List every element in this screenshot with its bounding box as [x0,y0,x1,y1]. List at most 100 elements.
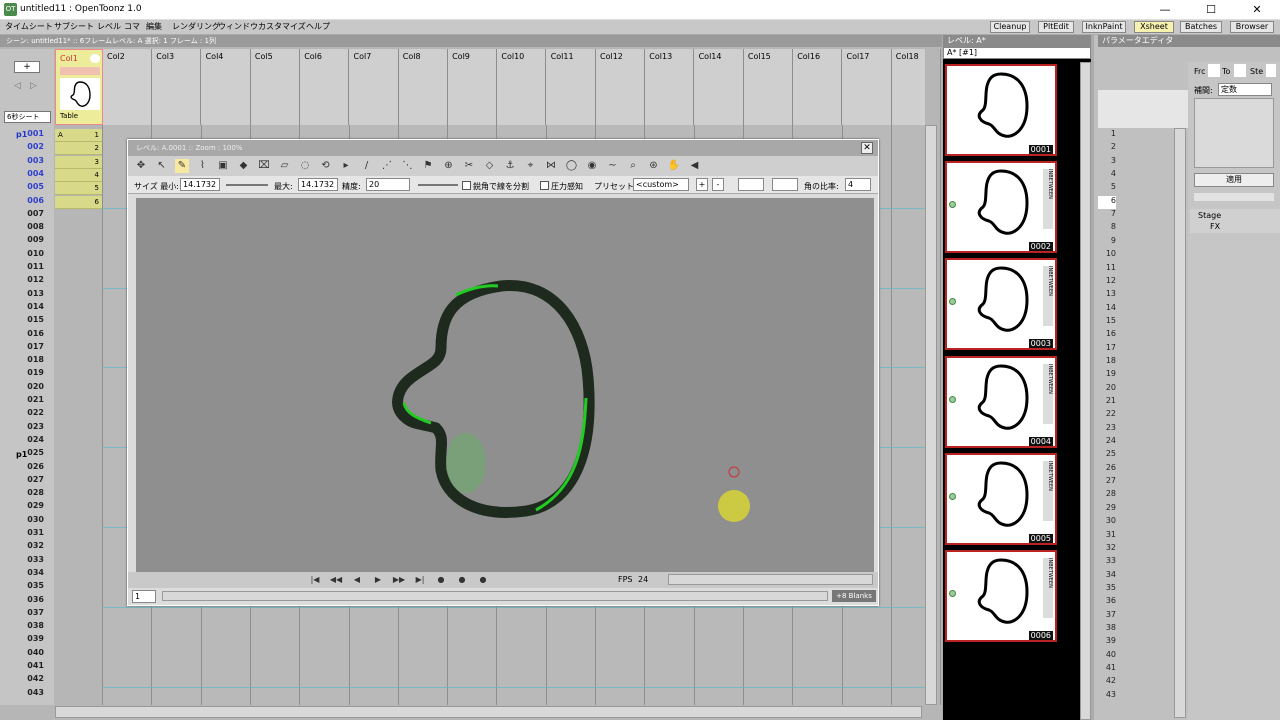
playback-button[interactable]: |◀ [308,573,322,587]
tool-icon[interactable]: ▱ [278,159,292,173]
tool-icon[interactable]: ⋈ [544,159,558,173]
drawing-canvas[interactable] [136,198,874,572]
tool-icon[interactable]: ↖ [155,159,169,173]
xsheet-hscroll[interactable] [55,706,922,718]
tool-icon[interactable]: / [360,159,374,173]
maximize-button[interactable]: ☐ [1188,0,1234,20]
tool-icon[interactable]: ⚓ [503,159,517,173]
column-header[interactable]: Col18 [892,49,941,125]
room-batches[interactable]: Batches [1180,21,1222,33]
playback-button[interactable]: ▶| [413,573,427,587]
level-frame-thumbnail[interactable]: 0001 [945,64,1057,156]
menu-xsheet[interactable]: タイムシート [5,21,53,32]
playback-button[interactable]: ● [455,573,469,587]
xsheet-vscroll[interactable] [925,125,937,705]
column-header[interactable]: Col7 [350,49,399,125]
camstand-toggle[interactable] [60,67,100,75]
tool-icon[interactable]: ▣ [216,159,230,173]
tool-icon[interactable]: ◀ [688,159,702,173]
level-frame-thumbnail[interactable]: 0004 INBETWEEN [945,355,1057,448]
playback-button[interactable]: ● [476,573,490,587]
room-inknpaint[interactable]: InknPaint [1082,21,1126,33]
column-header[interactable]: Col17 [843,49,892,125]
menu-customize[interactable]: カスタマイズ [258,21,306,32]
next-arrow-icon[interactable]: ▷ [30,81,42,93]
param-vscroll[interactable] [1174,128,1186,718]
eye-icon[interactable] [90,54,100,63]
tool-icon[interactable]: ⌧ [257,159,271,173]
tool-icon[interactable]: ✋ [667,159,681,173]
level-frame-thumbnail[interactable]: 0003 INBETWEEN [945,258,1057,351]
menu-edit[interactable]: 編集 [146,21,162,32]
prev-arrow-icon[interactable]: ◁ [14,81,26,93]
playback-button[interactable]: ● [434,573,448,587]
close-icon[interactable]: ✕ [861,142,873,154]
break-checkbox[interactable] [462,181,471,190]
tool-icon[interactable]: ∼ [606,159,620,173]
size-min-field[interactable]: 14.1732 [180,178,220,191]
menu-cell[interactable]: コマ [124,21,140,32]
cap-ratio-field[interactable]: 4 [845,178,871,191]
tool-icon[interactable]: ▸ [339,159,353,173]
column-header[interactable]: Col12 [596,49,645,125]
tool-icon[interactable]: ◯ [565,159,579,173]
accuracy-field[interactable]: 20 [366,178,410,191]
tool-icon[interactable]: ⌕ [626,159,640,173]
minimize-button[interactable]: — [1142,0,1188,20]
room-pltedit[interactable]: PltEdit [1038,21,1074,33]
tool-icon[interactable]: ⋰ [380,159,394,173]
tool-icon[interactable]: ◇ [483,159,497,173]
frame-slider[interactable] [162,591,828,601]
preset-dropdown[interactable]: <custom> [633,178,689,191]
apply-button[interactable]: 適用 [1194,173,1274,187]
tool-icon[interactable]: ⚑ [421,159,435,173]
column-header[interactable]: Col13 [645,49,695,125]
close-button[interactable]: ✕ [1234,0,1280,20]
tool-icon[interactable]: ⟲ [319,159,333,173]
onion-skin-dot[interactable] [949,395,956,403]
menu-render[interactable]: レンダリング [172,21,220,32]
cap-style-dropdown[interactable] [772,178,798,191]
level-frame-thumbnail[interactable]: 0002 INBETWEEN [945,161,1057,254]
onion-skin-dot[interactable] [949,492,956,500]
level-frame-thumbnail[interactable]: 0006 INBETWEEN [945,550,1057,642]
accuracy-slider[interactable] [418,184,458,186]
playback-button[interactable]: ◀ [350,573,364,587]
column-header[interactable]: Col16 [793,49,843,125]
column-header[interactable]: Col4 [202,49,251,125]
xsheet-cell[interactable]: 6 [55,195,102,209]
add-icon[interactable]: + [14,61,40,73]
column-header[interactable]: Col10 [497,49,547,125]
menu-subxsheet[interactable]: サブシート [54,21,94,32]
tool-icon[interactable]: ⌖ [524,159,538,173]
xsheet-cell[interactable]: 4 [55,168,102,182]
tool-icon[interactable]: ✎ [175,159,189,173]
menu-help[interactable]: ヘルプ [306,21,330,32]
xsheet-cell[interactable]: 3 [55,155,102,169]
playback-button[interactable]: ▶▶ [392,573,406,587]
column-header[interactable]: Col2 [103,49,152,125]
preset-remove-button[interactable]: - [712,178,724,191]
tool-icon[interactable]: ⊛ [647,159,661,173]
tool-icon[interactable]: ✂ [462,159,476,173]
column-header[interactable]: Col6 [300,49,350,125]
tool-icon[interactable]: ⌇ [196,159,210,173]
column-header[interactable]: Col3 [152,49,202,125]
tool-icon[interactable]: ◌ [298,159,312,173]
room-xsheet[interactable]: Xsheet [1134,21,1174,33]
xsheet-cell[interactable]: 2 [55,142,102,156]
room-cleanup[interactable]: Cleanup [990,21,1030,33]
column-header[interactable]: Col5 [251,49,300,125]
tool-icon[interactable]: ⊕ [442,159,456,173]
from-field[interactable] [1208,64,1220,77]
playback-button[interactable]: ◀◀ [329,573,343,587]
tool-icon[interactable]: ✥ [134,159,148,173]
level-frame-thumbnail[interactable]: 0005 INBETWEEN [945,452,1057,545]
tool-icon[interactable]: ⋱ [401,159,415,173]
column-header[interactable]: Col15 [744,49,793,125]
preset-add-button[interactable]: + [696,178,708,191]
playback-button[interactable]: ▶ [371,573,385,587]
onion-skin-dot[interactable] [949,590,956,597]
step-field[interactable] [1266,64,1276,77]
tree-fx[interactable]: FX [1210,222,1220,231]
